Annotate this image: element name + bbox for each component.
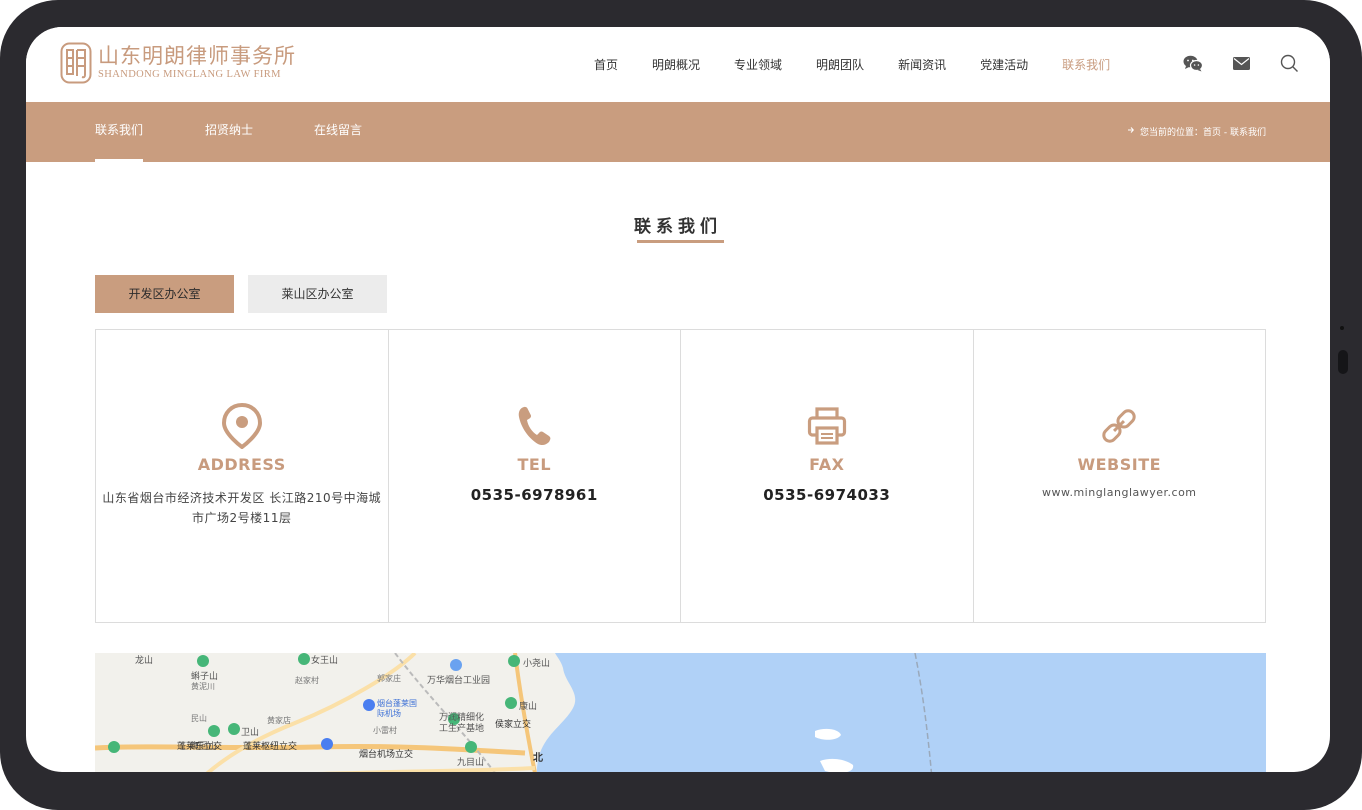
nav-item-news[interactable]: 新闻资讯: [898, 56, 946, 73]
logo-mark-icon: [60, 42, 92, 84]
fax-label: FAX: [809, 455, 845, 474]
phone-icon: [512, 402, 556, 450]
logo[interactable]: 山东明朗律师事务所 SHANDONG MINGLANG LAW FIRM: [60, 42, 296, 84]
subnav-item-contact[interactable]: 联系我们: [95, 102, 144, 162]
nav-item-overview[interactable]: 明朗概况: [652, 56, 700, 73]
map-label: 赵家村: [295, 676, 319, 685]
nav-item-home[interactable]: 首页: [594, 56, 618, 73]
link-icon: [1097, 402, 1141, 450]
address-card: ADDRESS 山东省烟台市经济技术开发区 长江路210号中海城市广场2号楼11…: [96, 330, 389, 622]
screen: 山东明朗律师事务所 SHANDONG MINGLANG LAW FIRM 首页 …: [26, 27, 1330, 772]
map-label: 万润精细化工生产基地: [439, 713, 485, 734]
tablet-frame: 山东明朗律师事务所 SHANDONG MINGLANG LAW FIRM 首页 …: [0, 0, 1362, 810]
map[interactable]: 龙山 女王山 小尧山 万华烟台工业园 蝌子山 黄泥川 赵家村 郭家庄 烟台蓬莱国…: [95, 653, 1266, 772]
title-underline: [637, 240, 724, 243]
tel-value[interactable]: 0535-6978961: [389, 486, 681, 504]
side-button: [1338, 350, 1348, 374]
location-pin-icon: [220, 402, 264, 450]
address-label: ADDRESS: [197, 455, 286, 474]
map-label: 小雷村: [373, 726, 397, 735]
map-label: 侯家立交: [495, 720, 532, 730]
breadcrumb: 您当前的位置：首页 - 联系我们: [1127, 125, 1266, 138]
map-label: 小尧山: [523, 659, 551, 669]
header-tools: [1182, 52, 1300, 74]
subnav-item-recruitment[interactable]: 招贤纳士: [205, 102, 253, 162]
website-link[interactable]: www.minglanglawyer.com: [974, 486, 1266, 499]
tab-laishan-office[interactable]: 莱山区办公室: [248, 275, 387, 313]
printer-icon: [805, 402, 849, 450]
nav-item-practice-areas[interactable]: 专业领域: [734, 56, 782, 73]
map-label: 卫山: [241, 728, 260, 738]
map-label: 蓬莱东立交: [177, 742, 223, 752]
main-nav: 首页 明朗概况 专业领域 明朗团队 新闻资讯 党建活动 联系我们: [594, 27, 1144, 102]
map-label: 龙山: [135, 656, 154, 666]
page-title: 联系我们: [634, 217, 722, 237]
breadcrumb-text[interactable]: 您当前的位置：首页 - 联系我们: [1140, 125, 1266, 138]
website-label: WEBSITE: [1077, 455, 1162, 474]
office-tabs: 开发区办公室 莱山区办公室: [95, 275, 387, 313]
website-card: WEBSITE www.minglanglawyer.com: [974, 330, 1266, 622]
map-label: 民山: [191, 714, 207, 723]
address-value: 山东省烟台市经济技术开发区 长江路210号中海城市广场2号楼11层: [102, 491, 382, 525]
tel-card: TEL 0535-6978961: [389, 330, 681, 622]
map-label: 万华烟台工业园: [427, 676, 491, 686]
map-label: 烟台机场立交: [359, 750, 414, 760]
map-label: 黄家店: [267, 716, 291, 725]
nav-item-team[interactable]: 明朗团队: [816, 56, 864, 73]
map-label: 九目山: [457, 758, 485, 768]
chevron-right-icon: [1127, 126, 1134, 137]
nav-item-contact[interactable]: 联系我们: [1062, 56, 1110, 73]
site-header: 山东明朗律师事务所 SHANDONG MINGLANG LAW FIRM 首页 …: [26, 27, 1330, 102]
tel-label: TEL: [517, 455, 552, 474]
map-label: 康山: [519, 702, 538, 712]
tab-development-zone-office[interactable]: 开发区办公室: [95, 275, 234, 313]
map-label: 蓬莱枢纽立交: [243, 742, 298, 752]
map-canvas[interactable]: [95, 653, 1266, 772]
map-label: 郭家庄: [377, 674, 401, 683]
logo-english-name: SHANDONG MINGLANG LAW FIRM: [98, 69, 281, 80]
subnav-item-online-message[interactable]: 在线留言: [314, 102, 362, 162]
map-label: 北: [533, 753, 543, 764]
logo-text: 山东明朗律师事务所 SHANDONG MINGLANG LAW FIRM: [98, 44, 296, 82]
search-icon[interactable]: [1278, 52, 1300, 74]
wechat-icon[interactable]: [1182, 52, 1204, 74]
map-label: 女王山: [311, 656, 339, 666]
contact-cards: ADDRESS 山东省烟台市经济技术开发区 长江路210号中海城市广场2号楼11…: [95, 329, 1266, 623]
fax-card: FAX 0535-6974033: [681, 330, 974, 622]
mail-icon[interactable]: [1230, 52, 1252, 74]
logo-chinese-name: 山东明朗律师事务所: [98, 44, 296, 68]
fax-value: 0535-6974033: [763, 486, 891, 504]
map-label: 烟台蓬莱国际机场: [377, 699, 417, 718]
map-label: 黄泥川: [191, 682, 215, 691]
sub-navigation-bar: 联系我们 招贤纳士 在线留言 您当前的位置：首页 - 联系我们: [26, 102, 1330, 162]
camera-dot: [1340, 326, 1344, 330]
nav-item-party-activities[interactable]: 党建活动: [980, 56, 1028, 73]
